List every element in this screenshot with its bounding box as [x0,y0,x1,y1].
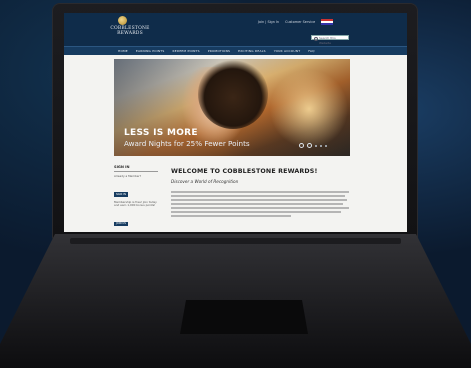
carousel-next-button[interactable] [307,143,312,148]
logo-line-2: REWARDS [117,31,143,36]
nav-item-redeem-points[interactable]: REDEEM POINTS [172,49,199,53]
signin-prompt: Already a Member? [114,173,142,178]
carousel-indicator[interactable] [320,144,322,147]
site-header: COBBLESTONE REWARDS Join | Sign In Custo… [64,13,407,46]
text-line [171,210,341,213]
page-subtitle: Discover a World of Recognition [171,179,239,184]
divider [114,171,158,172]
hero-sunlight [264,69,350,149]
customer-service-link[interactable]: Customer Service [285,20,315,24]
top-links: Join | Sign In Customer Service [258,19,334,25]
text-line [171,214,291,217]
signin-button[interactable]: SIGN IN [114,192,128,197]
logo-emblem-icon [118,16,127,25]
join-signin-link[interactable]: Join | Sign In [258,20,279,24]
touchpad [180,300,308,334]
nav-item-earning-points[interactable]: EARNING POINTS [136,49,165,53]
hero-subtitle: Award Nights for 25% Fewer Points [124,139,250,148]
text-line [171,206,349,209]
signin-sidebar: SIGN IN Already a Member? SIGN IN Member… [114,165,158,230]
join-button[interactable]: JOIN US [114,221,128,226]
main-nav: HOME EARNING POINTS REDEEM POINTS PROMOT… [64,46,407,55]
laptop-base [0,234,471,368]
text-line [171,194,345,197]
nav-item-faq[interactable]: FAQ [308,49,314,53]
laptop-hinge [70,238,401,244]
join-prompt: Membership is free! Join today and earn … [114,199,157,207]
flag-icon[interactable] [321,19,334,25]
carousel-indicator[interactable] [315,144,317,147]
nav-item-promotions[interactable]: PROMOTIONS [208,49,230,53]
site-logo[interactable]: COBBLESTONE REWARDS [110,26,150,36]
carousel-controls [299,143,327,148]
nav-item-exciting-deals[interactable]: EXCITING DEALS [238,49,266,53]
carousel-indicator[interactable] [325,144,327,147]
search-placeholder: Search this Website [319,36,336,45]
page-title: WELCOME TO COBBLESTONE REWARDS! [171,168,318,175]
nav-item-your-account[interactable]: YOUR ACCOUNT [274,49,301,53]
text-line [171,198,347,201]
nav-item-home[interactable]: HOME [118,49,128,53]
search-input[interactable]: Search this Website [311,35,349,45]
laptop-screen: COBBLESTONE REWARDS Join | Sign In Custo… [64,13,407,232]
text-line [171,202,343,205]
text-line [171,191,349,193]
search-icon [313,36,318,42]
signin-title: SIGN IN [114,165,130,169]
hero-hair-image [198,59,268,129]
hero-banner[interactable]: LESS IS MORE Award Nights for 25% Fewer … [114,59,350,156]
carousel-prev-button[interactable] [299,143,304,148]
hero-title: LESS IS MORE [124,128,198,138]
page-body-text [171,191,351,219]
